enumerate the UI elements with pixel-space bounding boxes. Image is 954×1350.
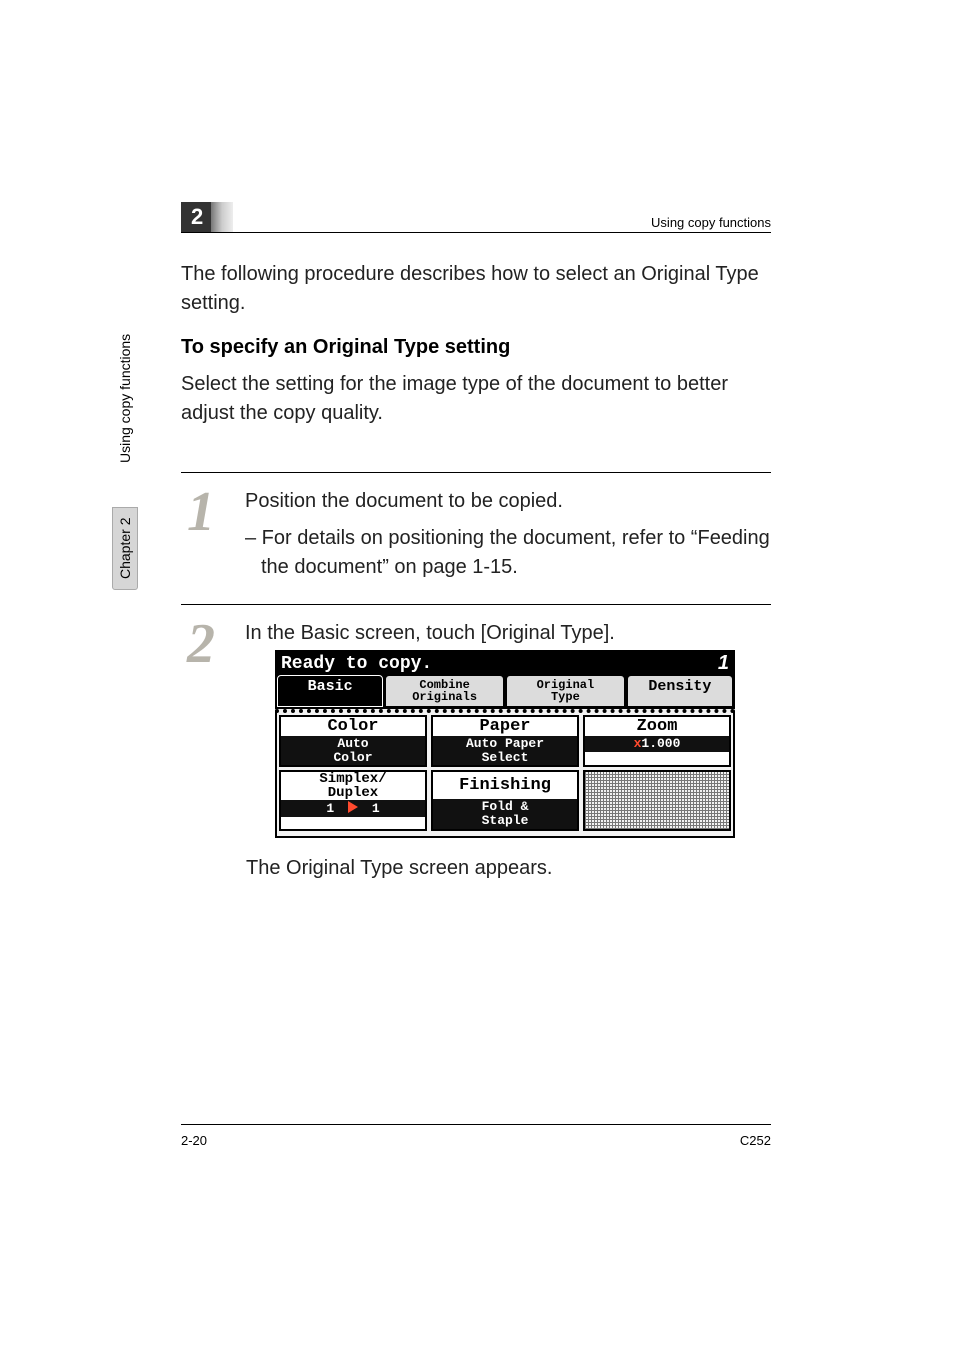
cell-value: Auto Color — [281, 736, 425, 765]
cell-color[interactable]: Color Auto Color — [279, 715, 427, 767]
step-text: In the Basic screen, touch [Original Typ… — [245, 619, 771, 648]
header-title: Using copy functions — [651, 215, 771, 230]
tab-density[interactable]: Density — [627, 675, 733, 707]
sidebar-section-label: Using copy functions — [113, 329, 137, 466]
figure-result-text: The Original Type screen appears. — [246, 854, 771, 883]
sidebar-chapter-tab: Chapter 2 — [112, 507, 138, 590]
tab-combine-originals[interactable]: Combine Originals — [385, 675, 504, 707]
copy-count: 1 — [718, 652, 729, 675]
step-number: 1 — [181, 487, 221, 582]
cell-simplex-duplex[interactable]: Simplex/ Duplex 1 1 — [279, 770, 427, 830]
cell-header: Paper — [433, 717, 577, 736]
arrow-right-icon — [348, 801, 358, 813]
page-number: 2-20 — [181, 1133, 207, 1148]
duplex-to: 1 — [372, 801, 380, 816]
intro-paragraph: The following procedure describes how to… — [181, 260, 771, 318]
step-number: 2 — [181, 619, 221, 669]
cell-finishing[interactable]: Finishing Fold & Staple — [431, 770, 579, 830]
tab-label: Originals — [390, 691, 499, 703]
cell-header: Finishing — [433, 772, 577, 799]
header-divider — [181, 232, 771, 233]
chapter-number-badge: 2 — [181, 202, 213, 232]
cell-value: x1.000 — [585, 736, 729, 752]
step-text: Position the document to be copied. — [245, 487, 771, 516]
cell-value: 1 1 — [281, 800, 425, 817]
tab-label: Type — [511, 691, 620, 703]
footer-divider — [181, 1124, 771, 1125]
copier-screenshot: Ready to copy. 1 Basic Combine Originals… — [275, 650, 735, 838]
tab-basic[interactable]: Basic — [277, 675, 383, 707]
section-heading: To specify an Original Type setting — [181, 336, 771, 359]
cell-paper[interactable]: Paper Auto Paper Select — [431, 715, 579, 767]
tab-original-type[interactable]: Original Type — [506, 675, 625, 707]
step-1: 1 Position the document to be copied. – … — [181, 487, 771, 582]
cell-header: Zoom — [585, 717, 729, 736]
cell-header: Simplex/ Duplex — [281, 772, 425, 800]
tab-row: Basic Combine Originals Original Type De… — [275, 675, 735, 709]
cell-value: Fold & Staple — [433, 799, 577, 828]
cell-empty — [583, 770, 731, 830]
zoom-num: 1.000 — [641, 736, 680, 751]
step-subtext: – For details on positioning the documen… — [245, 524, 771, 582]
duplex-from: 1 — [326, 801, 334, 816]
step-divider — [181, 604, 771, 605]
step-divider — [181, 472, 771, 473]
model-label: C252 — [740, 1133, 771, 1148]
status-text: Ready to copy. — [281, 654, 432, 674]
cell-value: Auto Paper Select — [433, 736, 577, 765]
cell-header: Color — [281, 717, 425, 736]
cell-zoom[interactable]: Zoom x1.000 — [583, 715, 731, 767]
section-description: Select the setting for the image type of… — [181, 370, 771, 428]
